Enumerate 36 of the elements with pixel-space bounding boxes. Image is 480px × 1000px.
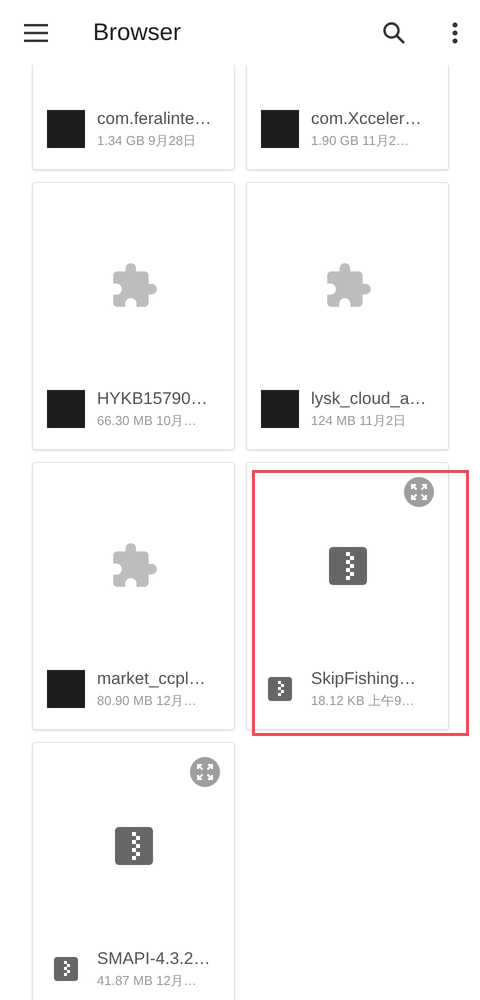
- file-name: com.Xcceler…: [311, 108, 422, 128]
- more-icon[interactable]: [452, 22, 458, 44]
- expand-icon[interactable]: [404, 477, 434, 507]
- search-icon[interactable]: [382, 20, 406, 44]
- file-details: 1.34 GB 9月28日: [97, 132, 197, 150]
- app-icon: [47, 110, 85, 148]
- file-card[interactable]: lysk_cloud_a… 124 MB 11月2日: [246, 182, 449, 450]
- file-card[interactable]: HYKB15790… 66.30 MB 10月…: [32, 182, 235, 450]
- expand-icon[interactable]: [190, 757, 220, 787]
- file-card[interactable]: com.Xcceler… 1.90 GB 11月2…: [246, 65, 449, 170]
- file-details: 66.30 MB 10月…: [97, 412, 198, 430]
- zip-icon: [268, 677, 292, 701]
- file-name: lysk_cloud_a…: [311, 388, 426, 408]
- file-details: 41.87 MB 12月…: [97, 972, 198, 990]
- app-title: Browser: [93, 18, 182, 46]
- file-name: HYKB15790…: [97, 388, 208, 408]
- file-details: 1.90 GB 11月2…: [311, 132, 410, 150]
- file-name: SkipFishing…: [311, 668, 416, 688]
- file-details: 80.90 MB 12月…: [97, 692, 198, 710]
- zip-icon: [328, 547, 366, 585]
- file-card[interactable]: com.feralinte… 1.34 GB 9月28日: [32, 65, 235, 170]
- app-icon: [47, 390, 85, 428]
- file-card[interactable]: market_ccpl… 80.90 MB 12月…: [32, 462, 235, 730]
- file-card[interactable]: SkipFishing… 18.12 KB 上午9…: [246, 462, 449, 730]
- file-card[interactable]: SMAPI-4.3.2… 41.87 MB 12月…: [32, 742, 235, 1000]
- file-name: market_ccpl…: [97, 668, 206, 688]
- app-icon: [261, 390, 299, 428]
- file-details: 18.12 KB 上午9…: [311, 692, 416, 710]
- menu-icon[interactable]: [24, 24, 48, 42]
- zip-icon: [114, 827, 152, 865]
- file-name: SMAPI-4.3.2…: [97, 948, 210, 968]
- file-details: 124 MB 11月2日: [311, 412, 408, 430]
- zip-icon: [54, 957, 78, 981]
- file-name: com.feralinte…: [97, 108, 212, 128]
- app-icon: [261, 110, 299, 148]
- app-icon: [47, 670, 85, 708]
